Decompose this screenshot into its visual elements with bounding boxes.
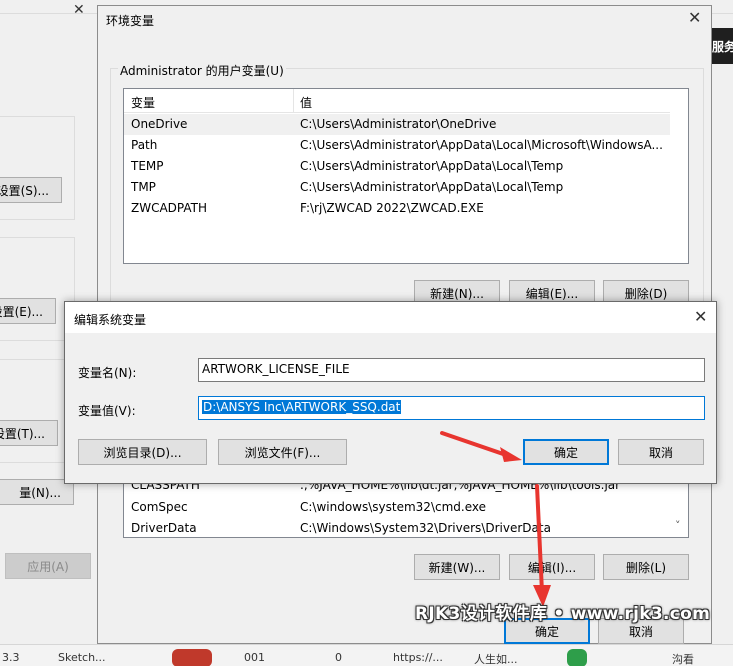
variable-value: C:\Users\Administrator\OneDrive bbox=[300, 117, 497, 131]
column-header-value[interactable]: 值 bbox=[300, 94, 312, 111]
system-delete-button[interactable]: 删除(L) bbox=[603, 554, 689, 580]
background-settings-s-button[interactable]: 设置(S)... bbox=[0, 177, 62, 203]
variable-value: C:\Users\Administrator\AppData\Local\Tem… bbox=[300, 180, 564, 194]
taskbar-item[interactable]: 3.3 bbox=[2, 651, 20, 664]
variable-value: C:\Users\Administrator\AppData\Local\Mic… bbox=[300, 138, 663, 152]
dialog-cancel-button[interactable]: 取消 bbox=[618, 439, 704, 465]
variable-name-label: 变量名(N): bbox=[78, 366, 137, 380]
table-row[interactable]: DriverData C:\Windows\System32\Drivers\D… bbox=[124, 518, 670, 537]
background-apply-button[interactable]: 应用(A) bbox=[5, 553, 91, 579]
variable-name-input[interactable]: ARTWORK_LICENSE_FILE bbox=[198, 358, 705, 382]
dialog-title: 编辑系统变量 bbox=[74, 313, 147, 327]
column-header-name[interactable]: 变量 bbox=[131, 94, 155, 111]
user-variables-list[interactable]: 变量 值 OneDrive C:\Users\Administrator\One… bbox=[123, 88, 689, 264]
table-row[interactable]: TEMP C:\Users\Administrator\AppData\Loca… bbox=[124, 156, 670, 177]
window-title: 环境变量 bbox=[106, 14, 155, 28]
system-edit-button[interactable]: 编辑(I)... bbox=[509, 554, 595, 580]
variable-value: C:\windows\system32\cmd.exe bbox=[300, 500, 486, 514]
close-icon[interactable]: ✕ bbox=[694, 307, 707, 326]
background-settings-e-button[interactable]: 设置(E)... bbox=[0, 298, 56, 324]
background-env-vars-button[interactable]: 量(N)... bbox=[0, 479, 74, 505]
table-row[interactable]: OneDrive C:\Users\Administrator\OneDrive bbox=[124, 114, 670, 135]
table-row[interactable]: Path C:\Users\Administrator\AppData\Loca… bbox=[124, 135, 670, 156]
taskbar-item[interactable]: 001 bbox=[244, 651, 265, 664]
table-row[interactable]: ZWCADPATH F:\rj\ZWCAD 2022\ZWCAD.EXE bbox=[124, 198, 670, 219]
system-new-button[interactable]: 新建(W)... bbox=[414, 554, 500, 580]
dialog-ok-button[interactable]: 确定 bbox=[523, 439, 609, 465]
background-settings-t-button[interactable]: 设置(T)... bbox=[0, 420, 58, 446]
selected-text: D:\ANSYS Inc\ARTWORK_SSQ.dat bbox=[202, 400, 402, 414]
taskbar: 3.3 Sketch... 001 0 https://... 人生如... 沟… bbox=[0, 644, 733, 666]
list-header: 变量 值 bbox=[124, 89, 670, 113]
variable-name: ZWCADPATH bbox=[131, 201, 208, 215]
variable-value: F:\rj\ZWCAD 2022\ZWCAD.EXE bbox=[300, 201, 484, 215]
taskbar-app-icon[interactable] bbox=[172, 649, 212, 666]
dialog-titlebar[interactable] bbox=[65, 302, 716, 333]
variable-value-input[interactable]: D:\ANSYS Inc\ARTWORK_SSQ.dat bbox=[198, 396, 705, 420]
variable-value: C:\Users\Administrator\AppData\Local\Tem… bbox=[300, 159, 564, 173]
variable-value-label: 变量值(V): bbox=[78, 404, 136, 418]
scroll-down-icon[interactable]: ˅ bbox=[675, 519, 681, 532]
variable-name: ComSpec bbox=[131, 500, 188, 514]
close-icon[interactable]: ✕ bbox=[688, 8, 701, 27]
table-row[interactable]: TMP C:\Users\Administrator\AppData\Local… bbox=[124, 177, 670, 198]
browse-directory-button[interactable]: 浏览目录(D)... bbox=[78, 439, 207, 465]
taskbar-item[interactable]: 0 bbox=[335, 651, 342, 664]
taskbar-item[interactable]: https://... bbox=[393, 651, 443, 664]
edit-system-variable-dialog: 编辑系统变量 ✕ 变量名(N): ARTWORK_LICENSE_FILE 变量… bbox=[64, 301, 717, 484]
variable-name: OneDrive bbox=[131, 117, 188, 131]
vertical-scrollbar[interactable]: ˅ bbox=[671, 475, 688, 537]
variable-name: Path bbox=[131, 138, 158, 152]
table-row[interactable]: ComSpec C:\windows\system32\cmd.exe bbox=[124, 497, 670, 518]
background-group-performance bbox=[0, 116, 75, 220]
variable-name: DriverData bbox=[131, 521, 197, 535]
vertical-scrollbar[interactable] bbox=[671, 89, 688, 263]
variable-value: C:\Windows\System32\Drivers\DriverData bbox=[300, 521, 551, 535]
background-service-tab[interactable]: 服务 bbox=[712, 28, 733, 64]
watermark-text: RJK3设计软件库 • www.rjk3.com bbox=[415, 604, 711, 624]
variable-name: TEMP bbox=[131, 159, 164, 173]
column-divider[interactable] bbox=[293, 89, 294, 113]
user-variables-label: Administrator 的用户变量(U) bbox=[118, 62, 286, 79]
taskbar-app-icon[interactable] bbox=[567, 649, 587, 666]
variable-name: TMP bbox=[131, 180, 156, 194]
taskbar-item[interactable]: Sketch... bbox=[58, 651, 106, 664]
browse-file-button[interactable]: 浏览文件(F)... bbox=[218, 439, 347, 465]
taskbar-item[interactable]: 人生如... bbox=[474, 651, 518, 666]
taskbar-item[interactable]: 沟看 bbox=[672, 651, 694, 666]
